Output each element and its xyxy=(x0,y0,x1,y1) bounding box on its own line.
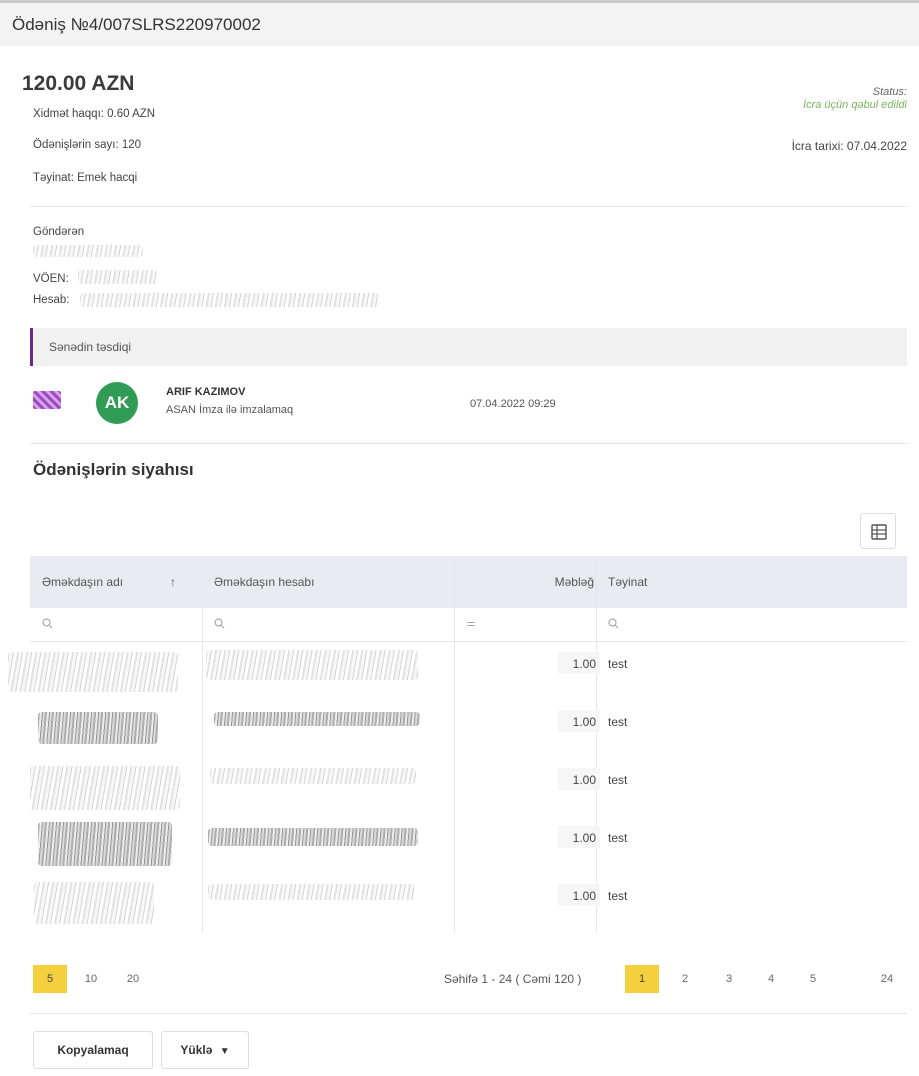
employee-name-redacted xyxy=(38,822,172,866)
page-1[interactable]: 1 xyxy=(625,965,659,993)
avatar: AK xyxy=(96,382,138,424)
table-row[interactable]: 1.00 test xyxy=(30,702,907,760)
search-icon[interactable] xyxy=(608,618,619,632)
amount-cell: 1.00 xyxy=(572,657,596,671)
table-row[interactable]: 1.00 test xyxy=(8,644,907,702)
status-label: Status: xyxy=(872,86,907,98)
table-row[interactable]: 1.00 test xyxy=(30,876,907,934)
column-header-amount[interactable]: Məbləğ xyxy=(524,575,594,589)
execution-date: İcra tarixi: 07.04.2022 xyxy=(791,139,907,153)
account-label: Hesab: xyxy=(33,294,70,306)
caret-down-icon: ▼ xyxy=(219,1046,230,1057)
export-button[interactable] xyxy=(860,513,896,549)
column-header-purpose[interactable]: Təyinat xyxy=(608,575,647,589)
amount-cell: 1.00 xyxy=(572,889,596,903)
amount-cell: 1.00 xyxy=(572,773,596,787)
search-icon[interactable] xyxy=(42,618,53,632)
employee-account-redacted xyxy=(206,650,418,680)
signer-name: ARIF KAZIMOV xyxy=(166,386,246,398)
download-dropdown-button[interactable]: Yüklə ▼ xyxy=(161,1031,249,1069)
divider xyxy=(30,206,907,207)
equals-filter-icon[interactable] xyxy=(466,618,476,632)
sender-label: Göndərən xyxy=(33,226,85,238)
divider xyxy=(30,1013,907,1014)
page-3[interactable]: 3 xyxy=(712,965,746,993)
account-redacted xyxy=(80,293,380,307)
amount-cell: 1.00 xyxy=(572,831,596,845)
employee-account-redacted xyxy=(214,712,420,726)
voen-redacted xyxy=(78,270,158,284)
copy-button[interactable]: Kopyalamaq xyxy=(33,1031,153,1069)
employee-account-redacted xyxy=(208,884,414,900)
purpose-cell: test xyxy=(608,657,628,671)
page-5[interactable]: 5 xyxy=(796,965,830,993)
signature-icon xyxy=(33,391,61,409)
page-size-5[interactable]: 5 xyxy=(33,965,67,993)
table-row[interactable]: 1.00 test xyxy=(30,818,907,876)
employee-account-redacted xyxy=(208,828,418,846)
purpose-cell: test xyxy=(608,831,628,845)
page-24[interactable]: 24 xyxy=(870,965,904,993)
employee-name-redacted xyxy=(8,652,178,692)
page-2[interactable]: 2 xyxy=(668,965,702,993)
page-size-20[interactable]: 20 xyxy=(116,965,150,993)
divider xyxy=(30,443,907,444)
signing-method: ASAN İmza ilə imzalamaq xyxy=(166,404,294,416)
download-label: Yüklə xyxy=(180,1043,213,1057)
employee-name-redacted xyxy=(38,712,158,744)
column-header-employee-account[interactable]: Əməkdaşın hesabı xyxy=(214,575,314,589)
amount-cell: 1.00 xyxy=(572,715,596,729)
payments-count: Ödənişlərin sayı: 120 xyxy=(33,139,142,151)
payment-purpose: Təyinat: Emek hacqi xyxy=(33,172,138,184)
signing-datetime: 07.04.2022 09:29 xyxy=(470,398,556,410)
payments-list-title: Ödənişlərin siyahısı xyxy=(33,460,194,479)
page-title: Ödəniş №4/007SLRS220970002 xyxy=(12,15,261,34)
page-size-10[interactable]: 10 xyxy=(74,965,108,993)
purpose-cell: test xyxy=(608,889,628,903)
purpose-cell: test xyxy=(608,773,628,787)
service-fee: Xidmət haqqı: 0.60 AZN xyxy=(33,108,156,120)
table-row[interactable]: 1.00 test xyxy=(30,760,907,818)
voen-label: VÖEN: xyxy=(33,273,69,285)
page-info: Səhifə 1 - 24 ( Cəmi 120 ) xyxy=(444,972,582,986)
employee-account-redacted xyxy=(210,768,416,784)
purpose-cell: test xyxy=(608,715,628,729)
search-icon[interactable] xyxy=(214,618,225,632)
page-4[interactable]: 4 xyxy=(754,965,788,993)
excel-export-icon xyxy=(871,524,887,540)
confirmation-title: Sənədin təsdiqi xyxy=(49,340,132,354)
employee-name-redacted xyxy=(30,766,180,810)
document-confirmation-bar: Sənədin təsdiqi xyxy=(30,328,907,366)
employee-name-redacted xyxy=(34,882,154,924)
sort-asc-icon[interactable]: ↑ xyxy=(170,575,176,589)
filter-row xyxy=(30,608,907,642)
grid-header: Əməkdaşın adı ↑ Əməkdaşın hesabı Məbləğ … xyxy=(30,556,907,608)
column-header-employee-name[interactable]: Əməkdaşın adı xyxy=(42,575,123,589)
payment-amount: 120.00 AZN xyxy=(22,72,135,95)
sender-name-redacted xyxy=(33,245,143,257)
status-value: İcra üçün qəbul edildi xyxy=(803,99,907,111)
page-header: Ödəniş №4/007SLRS220970002 xyxy=(0,0,919,46)
